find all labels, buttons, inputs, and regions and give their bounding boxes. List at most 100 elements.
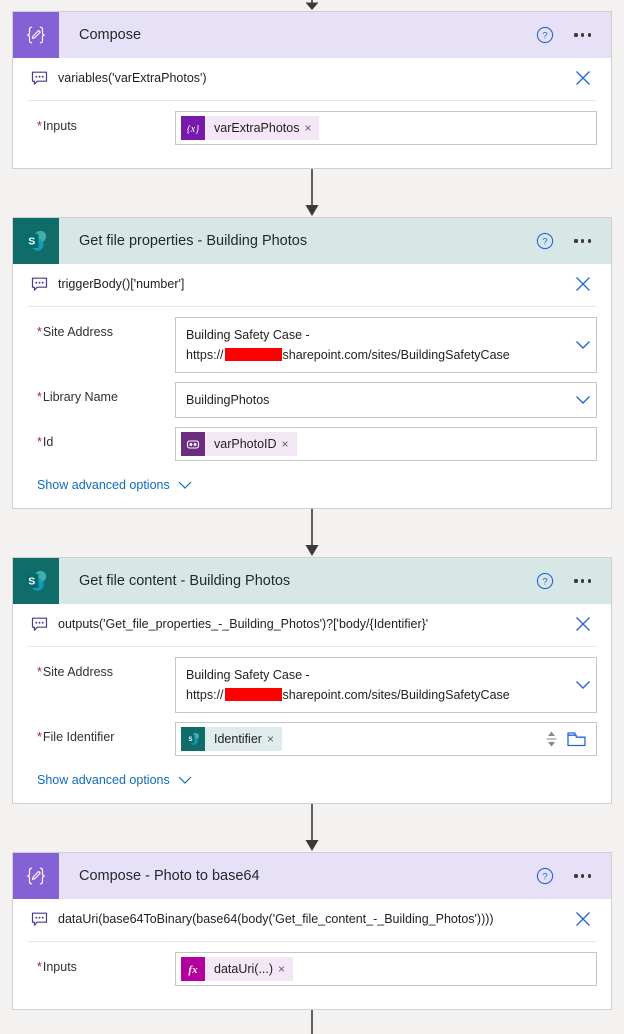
chevron-down-icon — [178, 776, 192, 784]
card-title: Get file properties - Building Photos — [79, 233, 308, 249]
more-options-icon[interactable] — [572, 29, 593, 40]
card-body: dataUri(base64ToBinary(base64(body('Get_… — [13, 899, 611, 1009]
svg-text:?: ? — [543, 872, 548, 883]
action-description: variables('varExtraPhotos') — [58, 71, 207, 85]
action-description-row: outputs('Get_file_properties_-_Building_… — [27, 604, 597, 647]
show-advanced-options-link[interactable]: Show advanced options — [27, 765, 192, 789]
more-options-icon[interactable] — [572, 870, 593, 881]
inputs-field[interactable]: {x} varExtraPhotos × — [175, 111, 597, 145]
field-label: *Id — [37, 435, 54, 449]
required-asterisk: * — [37, 435, 42, 449]
token-host[interactable]: fx dataUri(...) × — [176, 953, 596, 985]
required-asterisk: * — [37, 730, 42, 744]
sharepoint-token-icon: S — [181, 727, 205, 751]
field-library-name: *Library Name BuildingPhotos — [27, 382, 597, 418]
field-site-address: *Site Address Building Safety Case - htt… — [27, 317, 597, 373]
svg-text:{x}: {x} — [187, 124, 199, 135]
redacted-tenant-name — [224, 688, 282, 701]
expression-token[interactable]: fx dataUri(...) × — [181, 957, 294, 981]
token-host[interactable]: {x} varExtraPhotos × — [176, 112, 596, 144]
close-icon[interactable] — [573, 614, 593, 634]
card-body: triggerBody()['number'] *Site Address Bu… — [13, 264, 611, 508]
field-inputs: *Inputs fx dataUri(...) × — [27, 952, 597, 986]
spinner-icon[interactable] — [546, 729, 557, 749]
library-name-dropdown[interactable]: BuildingPhotos — [175, 382, 597, 418]
card-header[interactable]: Compose ? — [13, 12, 611, 58]
card-header-actions: ? — [536, 26, 611, 44]
card-header[interactable]: Compose - Photo to base64 ? — [13, 853, 611, 899]
compose-braces-pencil-icon — [13, 12, 59, 58]
help-icon[interactable]: ? — [536, 572, 554, 590]
flow-connector-arrow — [0, 804, 624, 852]
help-icon[interactable]: ? — [536, 232, 554, 250]
required-asterisk: * — [37, 960, 42, 974]
card-header-actions: ? — [536, 232, 611, 250]
close-icon[interactable] — [573, 909, 593, 929]
token-remove-icon[interactable]: × — [267, 733, 282, 745]
action-card-compose-photo-to-base64[interactable]: Compose - Photo to base64 ? dataUri(base… — [12, 852, 612, 1010]
token-host[interactable]: S Identifier × — [176, 723, 546, 755]
svg-text:S: S — [28, 236, 35, 248]
site-address-line1: Building Safety Case - — [186, 328, 310, 342]
field-label: *Inputs — [37, 119, 77, 133]
svg-text:S: S — [28, 576, 35, 588]
field-id: *Id varPhotoID × — [27, 427, 597, 461]
site-address-line2: https://sharepoint.com/sites/BuildingSaf… — [186, 688, 510, 702]
site-address-line2: https://sharepoint.com/sites/BuildingSaf… — [186, 348, 510, 362]
close-icon[interactable] — [573, 68, 593, 88]
svg-text:fx: fx — [188, 964, 198, 976]
file-identifier-field[interactable]: S Identifier × — [175, 722, 597, 756]
close-icon[interactable] — [573, 274, 593, 294]
card-body: variables('varExtraPhotos') *Inputs {x} … — [13, 58, 611, 168]
chevron-down-icon[interactable] — [570, 340, 596, 350]
dynamic-content-token[interactable]: {x} varExtraPhotos × — [181, 116, 320, 140]
token-remove-icon[interactable]: × — [304, 122, 319, 134]
chevron-down-icon[interactable] — [570, 395, 596, 405]
more-options-icon[interactable] — [572, 235, 593, 246]
site-address-line1: Building Safety Case - — [186, 668, 310, 682]
action-card-get-file-content[interactable]: S Get file content - Building Photos ? o… — [12, 557, 612, 804]
field-label: *Library Name — [37, 390, 118, 404]
token-host[interactable]: varPhotoID × — [176, 428, 596, 460]
help-icon[interactable]: ? — [536, 867, 554, 885]
site-address-dropdown[interactable]: Building Safety Case - https://sharepoin… — [175, 317, 597, 373]
svg-text:?: ? — [543, 31, 548, 42]
svg-text:?: ? — [543, 237, 548, 248]
token-remove-icon[interactable]: × — [278, 963, 293, 975]
action-card-compose[interactable]: Compose ? variables('varExtraPhotos') *I… — [12, 11, 612, 169]
dynamic-content-token[interactable]: varPhotoID × — [181, 432, 297, 456]
variable-token-icon: {x} — [181, 116, 205, 140]
card-header-actions: ? — [536, 572, 611, 590]
action-description: dataUri(base64ToBinary(base64(body('Get_… — [58, 912, 494, 926]
card-header[interactable]: S Get file content - Building Photos ? — [13, 558, 611, 604]
expression-fx-token-icon: fx — [181, 957, 205, 981]
card-body: outputs('Get_file_properties_-_Building_… — [13, 604, 611, 803]
field-label: *Site Address — [37, 665, 114, 679]
action-description-row: variables('varExtraPhotos') — [27, 58, 597, 101]
action-description: triggerBody()['number'] — [58, 277, 185, 291]
field-label: *Site Address — [37, 325, 114, 339]
inputs-field[interactable]: fx dataUri(...) × — [175, 952, 597, 986]
comment-icon — [31, 617, 48, 631]
library-name-value: BuildingPhotos — [186, 393, 270, 407]
card-header-actions: ? — [536, 867, 611, 885]
chevron-down-icon[interactable] — [570, 680, 596, 690]
card-title: Compose — [79, 27, 142, 43]
flow-connector-arrow — [0, 169, 624, 217]
action-card-get-file-properties[interactable]: S Get file properties - Building Photos … — [12, 217, 612, 509]
required-asterisk: * — [37, 325, 42, 339]
sharepoint-icon: S — [13, 218, 59, 264]
show-advanced-options-link[interactable]: Show advanced options — [27, 470, 192, 494]
help-icon[interactable]: ? — [536, 26, 554, 44]
card-header[interactable]: S Get file properties - Building Photos … — [13, 218, 611, 264]
token-label: dataUri(...) — [214, 962, 274, 976]
folder-picker-icon[interactable] — [567, 731, 586, 747]
dynamic-content-token[interactable]: S Identifier × — [181, 727, 282, 751]
site-address-dropdown[interactable]: Building Safety Case - https://sharepoin… — [175, 657, 597, 713]
more-options-icon[interactable] — [572, 575, 593, 586]
required-asterisk: * — [37, 119, 42, 133]
token-remove-icon[interactable]: × — [282, 438, 297, 450]
svg-text:S: S — [188, 736, 192, 743]
action-description-row: triggerBody()['number'] — [27, 264, 597, 307]
id-field[interactable]: varPhotoID × — [175, 427, 597, 461]
